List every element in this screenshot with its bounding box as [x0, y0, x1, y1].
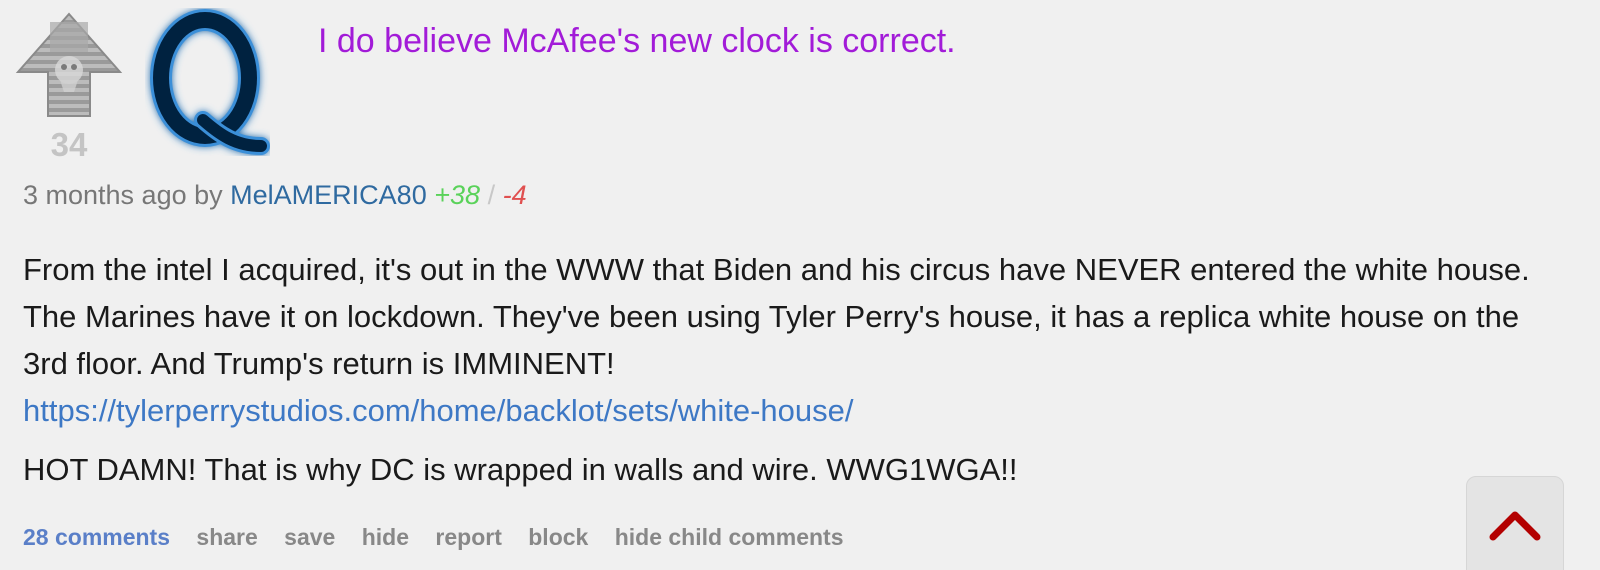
report-button[interactable]: report	[435, 524, 501, 550]
vote-score: 34	[50, 126, 88, 163]
post: 34 I do believe McAfee's new clock is co…	[0, 0, 1600, 570]
external-link[interactable]: https://tylerperrystudios.com/home/backl…	[23, 393, 853, 428]
scroll-to-top-button[interactable]	[1466, 476, 1564, 570]
hide-child-comments-button[interactable]: hide child comments	[615, 524, 844, 550]
comments-link[interactable]: 28 comments	[23, 524, 170, 550]
post-title[interactable]: I do believe McAfee's new clock is corre…	[318, 22, 956, 61]
post-time: 3 months ago by	[23, 180, 223, 210]
share-button[interactable]: share	[196, 524, 257, 550]
downvote-count: -4	[502, 180, 527, 210]
chevron-up-icon	[1489, 511, 1541, 541]
post-body: From the intel I acquired, it's out in t…	[23, 246, 1568, 493]
vote-separator: /	[487, 180, 496, 210]
upvote-arrow-icon[interactable]	[14, 12, 124, 118]
author-link[interactable]: MelAMERICA80	[230, 180, 427, 210]
block-button[interactable]: block	[528, 524, 588, 550]
post-actions: 28 comments share save hide report block…	[23, 524, 863, 551]
q-avatar-icon	[150, 9, 270, 155]
body-paragraph: From the intel I acquired, it's out in t…	[23, 252, 1530, 381]
upvote-count: +38	[434, 180, 481, 210]
save-button[interactable]: save	[284, 524, 335, 550]
hide-button[interactable]: hide	[362, 524, 409, 550]
body-paragraph: HOT DAMN! That is why DC is wrapped in w…	[23, 452, 1018, 487]
vote-section: 34	[14, 12, 124, 172]
post-meta: 3 months ago by MelAMERICA80 +38 / -4	[23, 180, 527, 211]
